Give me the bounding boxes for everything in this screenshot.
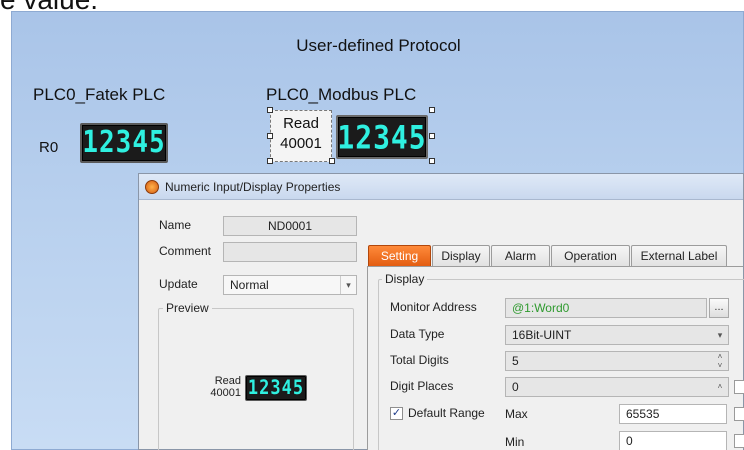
tab-alarm[interactable]: Alarm xyxy=(491,245,550,266)
comment-label: Comment xyxy=(159,244,212,258)
monitor-address-value: @1:Word0 xyxy=(512,301,570,315)
dialog-title: Numeric Input/Display Properties xyxy=(165,179,341,194)
setting-tab-panel: Display Monitor Address @1:Word0 ... Dat… xyxy=(367,266,744,450)
data-type-select[interactable]: 16Bit-UINT ▾ xyxy=(505,325,729,345)
preview-read-line1: Read xyxy=(214,375,241,387)
preview-group-title: Preview xyxy=(163,301,212,315)
digit-places-spinner[interactable]: 0 ˄ xyxy=(505,377,729,397)
monitor-address-field[interactable]: @1:Word0 xyxy=(505,298,707,318)
min-checkbox[interactable] xyxy=(734,434,744,448)
selection-handle-icon[interactable] xyxy=(429,133,435,139)
dialog-titlebar[interactable]: Numeric Input/Display Properties xyxy=(139,174,743,200)
screen-title: User-defined Protocol xyxy=(296,36,461,55)
tab-setting[interactable]: Setting xyxy=(368,245,431,266)
chevron-down-icon: ▾ xyxy=(717,330,723,340)
default-range-checkbox[interactable]: ✓ xyxy=(390,407,403,420)
modbus-read-line2: 40001 xyxy=(280,135,322,152)
total-digits-label: Total Digits xyxy=(390,353,449,367)
max-field[interactable]: 65535 xyxy=(619,404,727,424)
update-label: Update xyxy=(159,277,198,291)
name-label: Name xyxy=(159,218,192,232)
min-label: Min xyxy=(505,435,525,449)
total-digits-spinner[interactable]: 5 ˄ ˅ xyxy=(505,351,729,371)
selection-handle-icon[interactable] xyxy=(267,107,273,113)
spinner-up-icon[interactable]: ˄ xyxy=(712,378,728,396)
chevron-down-icon: ▾ xyxy=(340,276,356,294)
default-range-label: Default Range xyxy=(408,406,485,420)
tab-operation[interactable]: Operation xyxy=(551,245,630,266)
plc-modbus-label: PLC0_Modbus PLC xyxy=(266,85,417,104)
preview-read-line2: 40001 xyxy=(210,387,241,399)
modbus-read-line1: Read xyxy=(283,115,319,132)
tab-external-label[interactable]: External Label xyxy=(631,245,727,266)
spinner-arrows-icon[interactable]: ˄ ˅ xyxy=(712,352,728,370)
update-select[interactable]: Normal ▾ xyxy=(223,275,357,295)
max-checkbox[interactable] xyxy=(734,407,744,421)
digit-places-value: 0 xyxy=(512,380,519,394)
selection-handle-icon[interactable] xyxy=(267,133,273,139)
modbus-display-value: 12345 xyxy=(337,118,427,156)
digit-places-label: Digit Places xyxy=(390,379,454,393)
monitor-address-label: Monitor Address xyxy=(390,300,477,314)
min-field[interactable]: 0 xyxy=(619,431,727,450)
plc-fatek-label: PLC0_Fatek PLC xyxy=(33,85,166,104)
selection-handle-icon[interactable] xyxy=(429,107,435,113)
fatek-display-value: 12345 xyxy=(82,125,166,161)
update-select-value: Normal xyxy=(230,278,269,292)
selection-handle-icon[interactable] xyxy=(329,158,335,164)
fatek-numeric-display[interactable]: 12345 xyxy=(80,123,168,163)
display-group-title: Display xyxy=(382,272,428,286)
name-field[interactable]: ND0001 xyxy=(223,216,357,236)
selection-handle-icon[interactable] xyxy=(267,158,273,164)
data-type-value: 16Bit-UINT xyxy=(512,328,572,342)
max-label: Max xyxy=(505,407,528,421)
digit-places-checkbox[interactable] xyxy=(734,380,744,394)
browse-address-button[interactable]: ... xyxy=(709,298,729,318)
selection-handle-icon[interactable] xyxy=(429,158,435,164)
total-digits-value: 5 xyxy=(512,354,519,368)
r0-label: R0 xyxy=(39,139,59,156)
modbus-read-label: Read 40001 xyxy=(277,114,325,154)
preview-read-label: Read 40001 xyxy=(201,375,241,399)
preview-numeric-display: 12345 xyxy=(245,375,307,401)
dialog-body: Name ND0001 Comment Update Normal ▾ Prev… xyxy=(139,201,744,450)
comment-field[interactable] xyxy=(223,242,357,262)
preview-display-value: 12345 xyxy=(247,376,305,400)
data-type-label: Data Type xyxy=(390,327,445,341)
app-icon xyxy=(145,179,159,194)
modbus-numeric-display[interactable]: 12345 xyxy=(336,115,428,159)
numeric-properties-dialog: Numeric Input/Display Properties Name ND… xyxy=(138,173,744,450)
tab-display[interactable]: Display xyxy=(432,245,490,266)
